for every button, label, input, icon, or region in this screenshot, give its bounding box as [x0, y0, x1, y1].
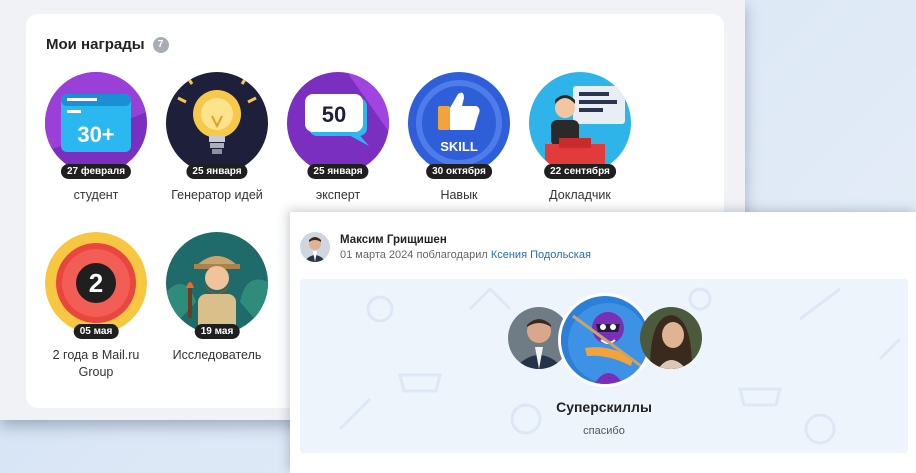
recipient-link[interactable]: Ксения Подольская	[491, 249, 591, 261]
author-avatar[interactable]	[300, 232, 330, 262]
award-expert[interactable]: 50 25 января эксперт	[277, 72, 399, 204]
award-date: 22 сентября	[544, 164, 616, 179]
award-date: 27 февраля	[60, 164, 132, 179]
award-speaker[interactable]: 22 сентября Докладчик	[519, 72, 641, 204]
awards-count-badge: 7	[152, 36, 169, 53]
speaker-badge-icon	[529, 72, 631, 174]
thanks-card: Суперскиллы спасибо	[300, 279, 908, 453]
author-name[interactable]: Максим Грищишен	[340, 234, 591, 246]
skill-title: Суперскиллы	[556, 399, 652, 415]
skill-subtitle: спасибо	[583, 425, 625, 437]
two-years-badge-number: 2	[89, 268, 103, 298]
thanks-header: Максим Грищишен 01 марта 2024 поблагодар…	[300, 232, 591, 262]
award-name: студент	[73, 188, 119, 202]
thanks-date: 01 марта 2024	[340, 249, 414, 261]
award-name: эксперт	[315, 188, 361, 202]
award-two-years[interactable]: 2 05 мая 2 года в Mail.ru Group	[35, 232, 157, 381]
thanks-meta: 01 марта 2024 поблагодарил Ксения Подоль…	[340, 249, 591, 261]
awards-header: Мои награды 7	[46, 36, 169, 53]
student-badge-number: 30+	[77, 122, 114, 147]
award-date: 30 октября	[426, 164, 492, 179]
explorer-badge-icon	[166, 232, 268, 334]
recipient-photo	[640, 307, 702, 369]
award-name: Исследователь	[172, 348, 262, 362]
lightbulb-badge-icon	[166, 72, 268, 174]
award-date: 25 января	[307, 164, 369, 179]
award-name: Генератор идей	[171, 188, 263, 202]
skill-badge-text: SKILL	[440, 139, 478, 154]
thumbs-up-skill-badge-icon: SKILL	[408, 72, 510, 174]
award-student[interactable]: 30+ 27 февраля студент	[35, 72, 157, 204]
awards-title: Мои награды	[46, 36, 145, 53]
award-name: 2 года в Mail.ru Group	[52, 348, 140, 379]
expert-badge-number: 50	[322, 102, 346, 127]
award-date: 25 января	[186, 164, 248, 179]
thanks-action: поблагодарил	[416, 249, 488, 261]
award-name: Докладчик	[549, 188, 611, 202]
two-years-badge-icon: 2	[45, 232, 147, 334]
award-skill[interactable]: SKILL 30 октября Навык	[398, 72, 520, 204]
award-date: 05 мая	[73, 324, 119, 339]
award-name: Навык	[440, 188, 478, 202]
award-date: 19 мая	[194, 324, 240, 339]
expert-badge-icon: 50	[287, 72, 389, 174]
thanks-post: Максим Грищишен 01 марта 2024 поблагодар…	[290, 212, 916, 473]
student-badge-icon: 30+	[45, 72, 147, 174]
award-idea-generator[interactable]: 25 января Генератор идей	[156, 72, 278, 204]
superskills-hero-icon	[558, 293, 652, 387]
award-explorer[interactable]: 19 мая Исследователь	[156, 232, 278, 364]
